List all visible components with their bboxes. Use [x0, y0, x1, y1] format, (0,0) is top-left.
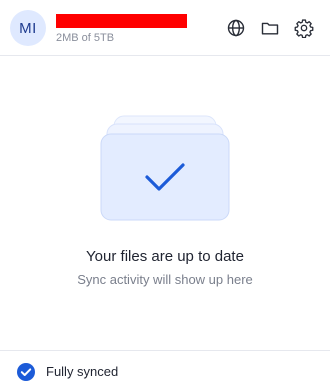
- avatar[interactable]: MI: [10, 10, 46, 46]
- storage-usage-text: 2MB of 5TB: [56, 32, 115, 44]
- sync-status-label: Fully synced: [46, 364, 119, 379]
- empty-state-title: Your files are up to date: [86, 248, 244, 265]
- settings-button[interactable]: [292, 16, 316, 40]
- files-synced-illustration: [100, 115, 230, 221]
- globe-button[interactable]: [224, 16, 248, 40]
- gear-icon: [294, 19, 314, 38]
- folder-icon: [261, 22, 279, 35]
- open-folder-button[interactable]: [258, 16, 282, 40]
- globe-icon: [227, 19, 245, 37]
- account-name-redacted: [56, 14, 187, 28]
- check-circle-icon: [17, 363, 35, 381]
- empty-state-subtitle: Sync activity will show up here: [77, 272, 253, 287]
- sync-status-bar: Fully synced: [0, 350, 330, 392]
- app-header: MI 2MB of 5TB: [0, 0, 330, 56]
